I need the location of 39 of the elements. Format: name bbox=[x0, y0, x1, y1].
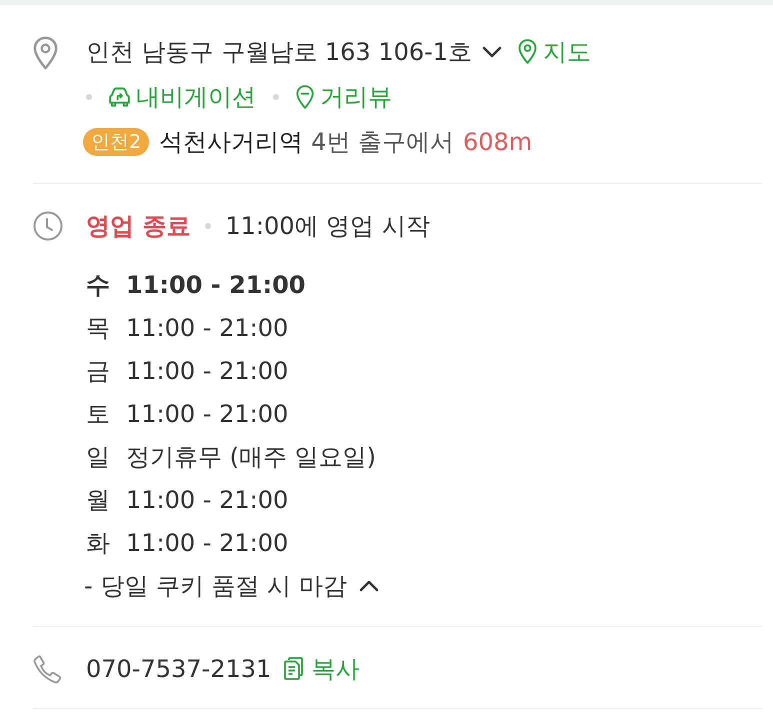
hours-text: 11:00 - 21:00 bbox=[126, 528, 288, 556]
chevron-up-icon[interactable] bbox=[358, 578, 379, 592]
day-label: 수 bbox=[86, 270, 111, 300]
hours-text: 11:00 - 21:00 bbox=[126, 486, 288, 514]
day-label: 화 bbox=[86, 528, 111, 558]
location-pin-icon bbox=[33, 36, 58, 70]
hours-text: 11:00 - 21:00 bbox=[126, 314, 288, 342]
copy-icon bbox=[284, 657, 304, 680]
chevron-down-icon[interactable] bbox=[482, 44, 502, 58]
day-label: 월 bbox=[86, 484, 111, 516]
note-text: - 당일 쿠키 품절 시 마감 bbox=[84, 570, 347, 602]
exit-text: 4번 출구에서 bbox=[311, 126, 454, 158]
distance-text: 608m bbox=[463, 128, 532, 156]
address-text: 인천 남동구 구월남로 163 106-1호 bbox=[86, 36, 472, 68]
hours-text: 정기휴무 (매주 일요일) bbox=[126, 442, 376, 472]
pin-minus-icon bbox=[296, 84, 314, 108]
status-text: 영업 종료 bbox=[86, 210, 190, 242]
car-icon bbox=[109, 86, 130, 106]
dot-icon bbox=[205, 222, 212, 228]
day-label: 일 bbox=[86, 442, 111, 472]
opening-text: 11:00에 영업 시작 bbox=[225, 210, 430, 242]
day-label: 금 bbox=[86, 356, 111, 386]
navigation-link[interactable]: 내비게이션 bbox=[109, 80, 256, 112]
station-name: 석천사거리역 bbox=[159, 126, 304, 158]
map-link[interactable]: 지도 bbox=[518, 36, 592, 68]
hours-text: 11:00 - 21:00 bbox=[126, 270, 306, 298]
street-view-link[interactable]: 거리뷰 bbox=[296, 80, 392, 112]
copy-link[interactable]: 복사 bbox=[284, 652, 360, 684]
day-label: 목 bbox=[86, 312, 111, 344]
hours-text: 11:00 - 21:00 bbox=[126, 356, 288, 384]
clock-icon bbox=[33, 210, 63, 240]
dot-icon bbox=[273, 94, 279, 100]
day-label: 토 bbox=[86, 398, 111, 430]
phone-number: 070-7537-2131 bbox=[86, 654, 272, 682]
hours-text: 11:00 - 21:00 bbox=[126, 400, 288, 428]
dot-icon bbox=[86, 94, 92, 100]
subway-line-badge: 인천2 bbox=[83, 128, 150, 156]
phone-icon bbox=[33, 654, 62, 684]
pin-icon bbox=[518, 39, 538, 64]
